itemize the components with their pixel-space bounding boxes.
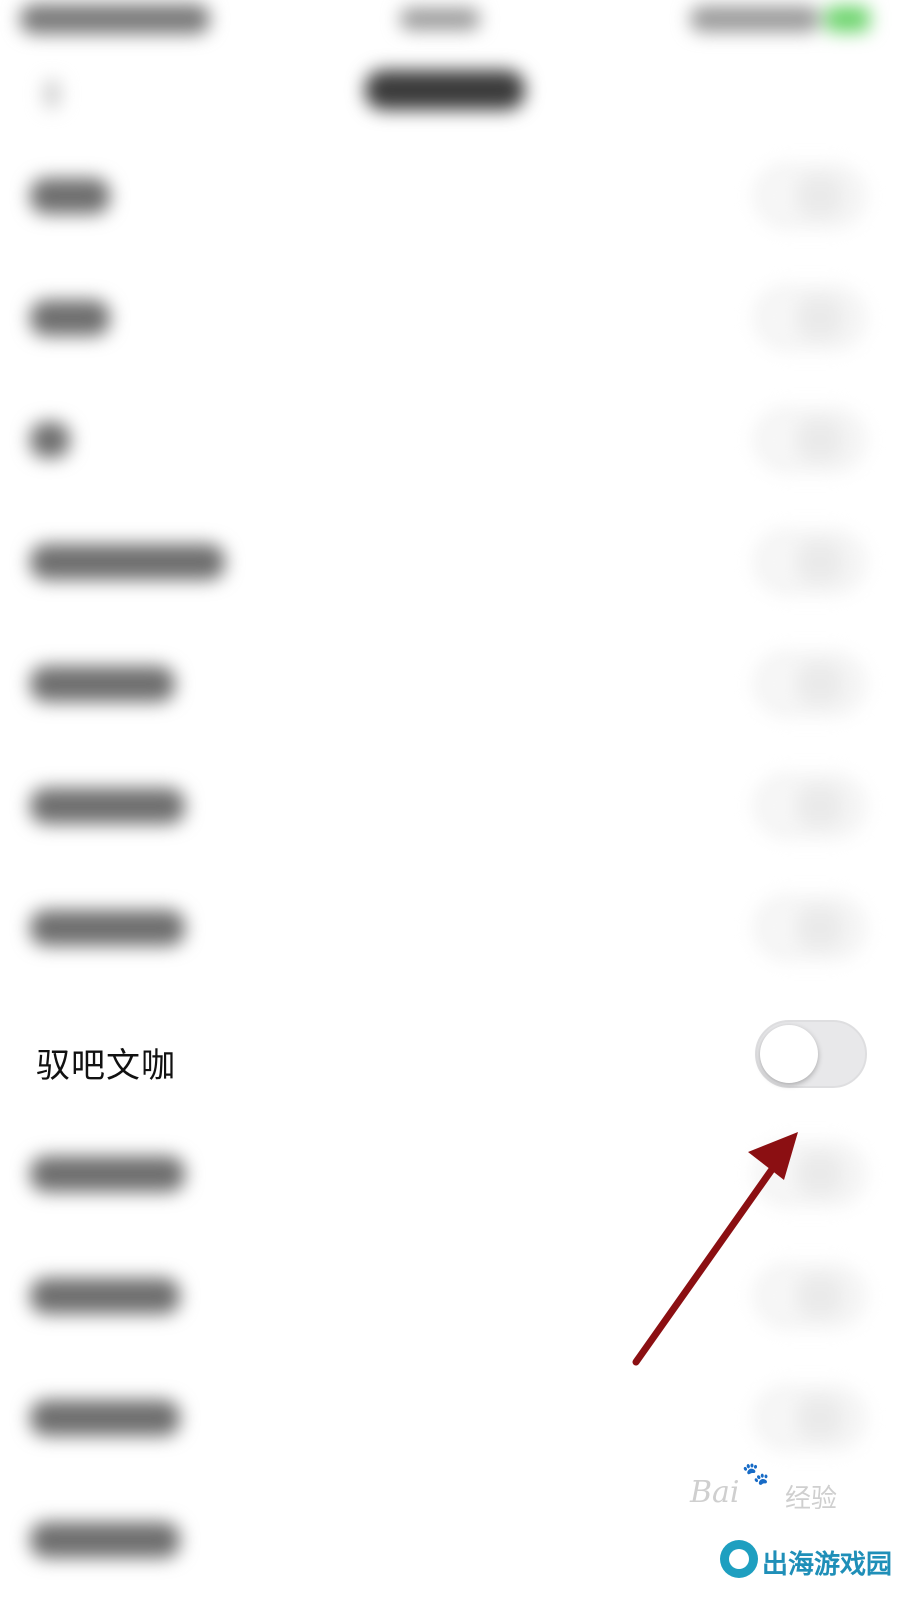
baidu-watermark: Bai	[690, 1475, 740, 1510]
toggle-knob	[795, 419, 845, 461]
battery-icon	[825, 6, 870, 32]
settings-row[interactable]	[0, 384, 900, 494]
settings-row-yuba-wenka[interactable]: 驭吧文咖	[0, 1000, 900, 1110]
settings-row[interactable]	[0, 262, 900, 372]
toggle-knob	[795, 175, 845, 217]
circle-logo-icon	[720, 1540, 758, 1578]
settings-row[interactable]	[0, 750, 900, 860]
settings-row-label	[30, 1156, 185, 1192]
toggle-knob	[795, 1397, 845, 1439]
settings-row-label	[30, 666, 175, 702]
toggle-knob	[795, 663, 845, 705]
toggle-knob	[795, 297, 845, 339]
toggle-knob	[795, 785, 845, 827]
settings-row-label	[30, 1400, 180, 1436]
settings-row-label	[30, 910, 185, 946]
settings-row-label	[30, 1278, 180, 1314]
paw-icon: 🐾	[742, 1462, 770, 1487]
status-bar-time	[400, 8, 480, 30]
status-bar-indicators	[690, 6, 820, 32]
settings-row-label	[30, 422, 70, 458]
settings-row[interactable]	[0, 628, 900, 738]
settings-row[interactable]	[0, 872, 900, 982]
yuba-wenka-toggle[interactable]	[755, 1020, 867, 1088]
settings-row-label	[30, 1522, 180, 1558]
page-title	[365, 70, 525, 110]
settings-row-label	[30, 178, 110, 214]
settings-row[interactable]	[0, 1362, 900, 1472]
baidu-jingyan-watermark: 经验	[785, 1484, 838, 1514]
settings-row[interactable]	[0, 1240, 900, 1350]
status-bar-carrier	[20, 4, 210, 34]
site-watermark: 出海游戏园	[762, 1550, 893, 1580]
settings-row-label	[30, 544, 225, 580]
settings-row[interactable]	[0, 140, 900, 250]
settings-row[interactable]	[0, 1118, 900, 1228]
toggle-knob	[795, 1153, 845, 1195]
settings-row-label	[30, 300, 110, 336]
toggle-knob	[795, 541, 845, 583]
settings-row-label	[30, 788, 185, 824]
toggle-knob	[795, 1275, 845, 1317]
status-bar	[0, 0, 900, 60]
back-icon[interactable]	[44, 80, 60, 108]
settings-row[interactable]	[0, 506, 900, 616]
toggle-knob	[760, 1025, 818, 1083]
toggle-knob	[795, 907, 845, 949]
settings-row-label: 驭吧文咖	[36, 1046, 176, 1086]
